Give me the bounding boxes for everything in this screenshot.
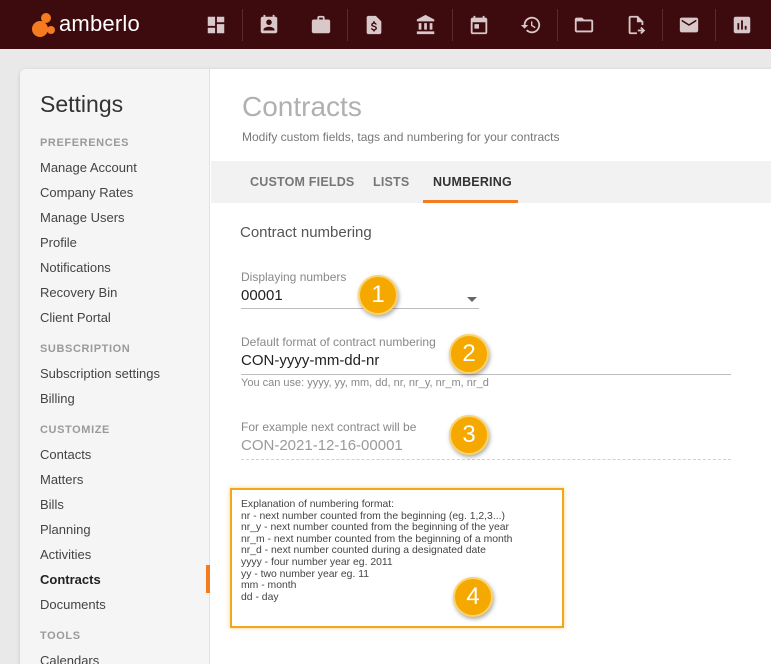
settings-sidebar: Settings PREFERENCES Manage Account Comp… bbox=[20, 69, 210, 664]
sidebar-item-company-rates[interactable]: Company Rates bbox=[40, 185, 133, 200]
nav-mail[interactable] bbox=[663, 0, 715, 49]
example-label: For example next contract will be bbox=[241, 420, 417, 434]
nav-calendar[interactable] bbox=[453, 0, 505, 49]
logo-text: amberlo bbox=[59, 11, 140, 36]
main-content: Contracts Modify custom fields, tags and… bbox=[211, 69, 771, 664]
sidebar-title: Settings bbox=[40, 91, 124, 117]
numbering-format-underline bbox=[241, 374, 731, 375]
explanation-line: nr_d - next number counted during a desi… bbox=[241, 545, 486, 557]
explanation-line: yy - two number year eg. 11 bbox=[241, 568, 370, 580]
sidebar-item-calendars[interactable]: Calendars bbox=[40, 653, 99, 664]
main-nav bbox=[190, 0, 768, 49]
sidebar-item-manage-account[interactable]: Manage Account bbox=[40, 160, 137, 175]
dashboard-icon bbox=[207, 16, 225, 33]
nav-matters[interactable] bbox=[295, 0, 347, 49]
active-item-marker bbox=[206, 565, 210, 593]
sidebar-item-planning[interactable]: Planning bbox=[40, 522, 91, 537]
numbering-format-label: Default format of contract numbering bbox=[241, 335, 436, 349]
sidebar-item-contracts[interactable]: Contracts bbox=[40, 572, 101, 587]
page-title: Contracts bbox=[242, 91, 362, 122]
settings-card: Settings PREFERENCES Manage Account Comp… bbox=[20, 69, 771, 664]
explanation-line: nr_y - next number counted from the begi… bbox=[241, 522, 510, 534]
sidebar-item-documents[interactable]: Documents bbox=[40, 597, 106, 612]
tab-bar: CUSTOM FIELDS LISTS NUMBERING bbox=[211, 161, 771, 203]
tab-numbering[interactable]: NUMBERING bbox=[433, 175, 512, 189]
page-subtitle: Modify custom fields, tags and numbering… bbox=[242, 130, 560, 144]
nav-bills[interactable] bbox=[348, 0, 400, 49]
sidebar-item-bills[interactable]: Bills bbox=[40, 497, 64, 512]
annotation-badge-4: 4 bbox=[453, 577, 493, 617]
displaying-numbers-select[interactable]: 00001 bbox=[241, 287, 283, 304]
contract-icon bbox=[628, 15, 646, 34]
section-subscription: SUBSCRIPTION bbox=[40, 343, 131, 355]
section-title-contract-numbering: Contract numbering bbox=[240, 224, 372, 241]
sidebar-item-recovery-bin[interactable]: Recovery Bin bbox=[40, 285, 117, 300]
explanation-line: dd - day bbox=[241, 591, 279, 603]
calendar-icon bbox=[470, 15, 488, 34]
nav-bank[interactable] bbox=[400, 0, 452, 49]
nav-reports[interactable] bbox=[716, 0, 768, 49]
bank-icon bbox=[416, 14, 435, 34]
explanation-line: nr - next number counted from the beginn… bbox=[241, 510, 505, 522]
matters-icon bbox=[311, 15, 331, 33]
example-value: CON-2021-12-16-00001 bbox=[241, 437, 403, 454]
annotation-badge-3: 3 bbox=[449, 415, 489, 455]
active-tab-indicator bbox=[423, 200, 518, 203]
explanation-line: yyyy - four number year eg. 2011 bbox=[241, 556, 393, 568]
sidebar-item-billing[interactable]: Billing bbox=[40, 391, 75, 406]
timer-icon bbox=[520, 16, 541, 33]
top-navigation-bar: amberlo bbox=[0, 0, 771, 49]
section-tools: TOOLS bbox=[40, 630, 81, 642]
folder-icon bbox=[574, 17, 594, 32]
nav-contracts[interactable] bbox=[610, 0, 662, 49]
bills-icon bbox=[366, 15, 382, 34]
section-customize: CUSTOMIZE bbox=[40, 424, 110, 436]
logo-mark-icon bbox=[30, 11, 56, 37]
sidebar-item-contacts[interactable]: Contacts bbox=[40, 447, 91, 462]
nav-contacts[interactable] bbox=[243, 0, 295, 49]
tab-custom-fields[interactable]: CUSTOM FIELDS bbox=[250, 175, 354, 189]
annotation-badge-1: 1 bbox=[358, 275, 398, 315]
annotation-badge-2: 2 bbox=[449, 334, 489, 374]
displaying-numbers-label: Displaying numbers bbox=[241, 270, 347, 284]
explanation-line: nr_m - next number counted from the begi… bbox=[241, 533, 513, 545]
numbering-format-hint: You can use: yyyy, yy, mm, dd, nr, nr_y,… bbox=[241, 377, 489, 389]
sidebar-item-activities[interactable]: Activities bbox=[40, 547, 91, 562]
chevron-down-icon[interactable] bbox=[467, 297, 477, 302]
reports-icon bbox=[733, 16, 751, 33]
displaying-numbers-underline bbox=[241, 308, 479, 309]
tab-lists[interactable]: LISTS bbox=[373, 175, 409, 189]
sidebar-item-profile[interactable]: Profile bbox=[40, 235, 77, 250]
sidebar-item-subscription-settings[interactable]: Subscription settings bbox=[40, 366, 160, 381]
contacts-icon bbox=[260, 14, 278, 33]
mail-icon bbox=[679, 17, 699, 32]
example-underline bbox=[241, 459, 731, 460]
sidebar-item-matters[interactable]: Matters bbox=[40, 472, 83, 487]
nav-dashboard[interactable] bbox=[190, 0, 242, 49]
section-preferences: PREFERENCES bbox=[40, 137, 130, 149]
numbering-format-input[interactable]: CON-yyyy-mm-dd-nr bbox=[241, 352, 379, 369]
sidebar-item-manage-users[interactable]: Manage Users bbox=[40, 210, 125, 225]
sidebar-item-notifications[interactable]: Notifications bbox=[40, 260, 111, 275]
nav-timer[interactable] bbox=[505, 0, 557, 49]
sidebar-item-client-portal[interactable]: Client Portal bbox=[40, 310, 111, 325]
explanation-line: Explanation of numbering format: bbox=[241, 499, 395, 510]
numbering-explanation-box: Explanation of numbering format: nr - ne… bbox=[230, 488, 564, 628]
nav-documents[interactable] bbox=[558, 0, 610, 49]
amberlo-logo[interactable]: amberlo bbox=[30, 10, 140, 38]
explanation-line: mm - month bbox=[241, 580, 297, 592]
